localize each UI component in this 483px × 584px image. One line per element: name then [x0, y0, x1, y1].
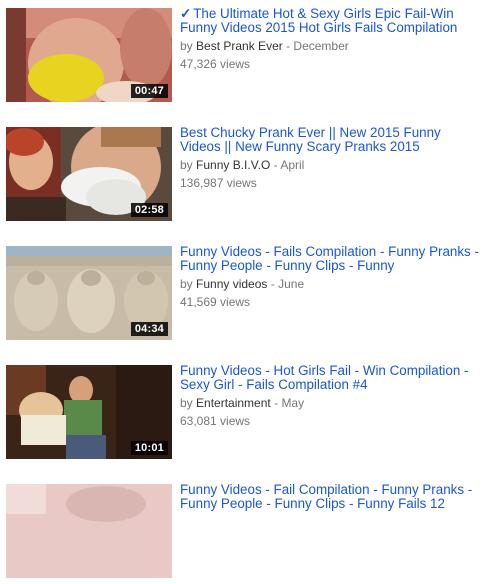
video-item[interactable]: 04:34 Funny Videos - Fails Compilation -… [0, 245, 483, 346]
video-duration: 10:01 [130, 441, 168, 455]
channel-link[interactable]: Best Prank Ever [196, 39, 283, 53]
video-title-link[interactable]: Funny Videos - Fails Compilation - Funny… [180, 245, 480, 273]
channel-link[interactable]: Funny B.I.V.O [196, 158, 270, 172]
upload-date: April [280, 158, 305, 172]
video-thumbnail[interactable]: 10:01 [6, 365, 172, 459]
video-title: Funny Videos - Fails Compilation - Funny… [180, 244, 479, 273]
view-count: 136,987 views [180, 176, 257, 190]
view-count: 63,081 views [180, 414, 251, 428]
video-meta: Funny Videos - Hot Girls Fail - Win Comp… [180, 364, 480, 429]
video-item[interactable]: Funny Videos - Fail Compilation - Funny … [0, 483, 483, 584]
video-byline: by Entertainment - May [180, 396, 480, 411]
byline-separator: - [273, 158, 278, 172]
upload-date: December [293, 39, 349, 53]
view-count: 41,569 views [180, 295, 251, 309]
byline-separator: - [274, 396, 279, 410]
video-item[interactable]: 02:58 Best Chucky Prank Ever || New 2015… [0, 126, 483, 227]
video-thumbnail[interactable]: 02:58 [6, 127, 172, 221]
video-meta: Funny Videos - Fails Compilation - Funny… [180, 245, 480, 310]
video-duration: 00:47 [130, 84, 168, 98]
thumbnail-image [6, 484, 172, 578]
video-title: Funny Videos - Fail Compilation - Funny … [180, 482, 473, 511]
channel-link[interactable]: Funny videos [196, 277, 267, 291]
video-title: Funny Videos - Hot Girls Fail - Win Comp… [180, 363, 469, 392]
video-byline: by Best Prank Ever - December [180, 39, 480, 54]
video-byline: by Funny videos - June [180, 277, 480, 292]
channel-link[interactable]: Entertainment [196, 396, 271, 410]
video-title-link[interactable]: Best Chucky Prank Ever || New 2015 Funny… [180, 126, 480, 154]
video-thumbnail[interactable] [6, 484, 172, 578]
upload-date: May [281, 396, 305, 410]
video-byline: by Funny B.I.V.O - April [180, 158, 480, 173]
video-item[interactable]: 10:01 Funny Videos - Hot Girls Fail - Wi… [0, 364, 483, 465]
video-meta: Best Chucky Prank Ever || New 2015 Funny… [180, 126, 480, 191]
by-prefix: by [180, 396, 193, 410]
by-prefix: by [180, 277, 193, 291]
byline-separator: - [270, 277, 275, 291]
video-thumbnail[interactable]: 04:34 [6, 246, 172, 340]
by-prefix: by [180, 158, 193, 172]
check-icon: ✓ [180, 6, 192, 21]
video-title-link[interactable]: Funny Videos - Fail Compilation - Funny … [180, 483, 480, 511]
video-title: The Ultimate Hot & Sexy Girls Epic Fail-… [180, 6, 458, 35]
video-title-link[interactable]: ✓ The Ultimate Hot & Sexy Girls Epic Fail… [180, 7, 480, 35]
video-title-link[interactable]: Funny Videos - Hot Girls Fail - Win Comp… [180, 364, 480, 392]
video-duration: 04:34 [130, 322, 168, 336]
video-thumbnail[interactable]: 00:47 [6, 8, 172, 102]
byline-separator: - [286, 39, 291, 53]
video-meta: ✓ The Ultimate Hot & Sexy Girls Epic Fail… [180, 7, 480, 72]
upload-date: June [278, 277, 305, 291]
video-item[interactable]: 00:47 ✓ The Ultimate Hot & Sexy Girls Epi… [0, 7, 483, 108]
video-meta: Funny Videos - Fail Compilation - Funny … [180, 483, 480, 511]
by-prefix: by [180, 39, 193, 53]
video-title: Best Chucky Prank Ever || New 2015 Funny… [180, 125, 441, 154]
view-count: 47,326 views [180, 57, 251, 71]
video-duration: 02:58 [130, 203, 168, 217]
